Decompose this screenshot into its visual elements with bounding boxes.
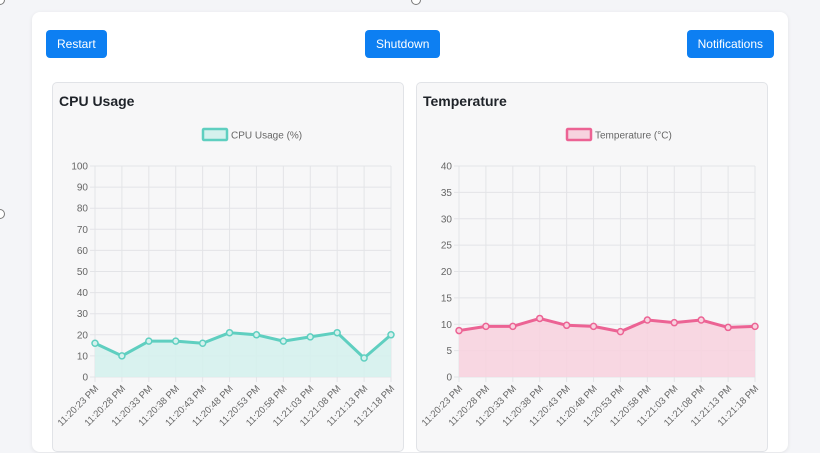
cpu-data-point — [145, 337, 153, 345]
temp-data-point — [643, 316, 652, 324]
cpu-ytick-label: 80 — [77, 204, 89, 215]
cpu-ytick-label: 70 — [77, 225, 89, 236]
cpu-data-point — [360, 354, 368, 362]
cpu-ytick-label: 50 — [77, 267, 89, 278]
temp-ytick-label: 0 — [446, 373, 452, 384]
cpu-usage-chart: 010203040506070809010011:20:23 PM11:20:2… — [56, 127, 397, 429]
cpu-ytick-label: 0 — [82, 373, 88, 384]
cpu-data-point — [252, 331, 261, 339]
cpu-ytick-label: 40 — [77, 288, 89, 299]
cpu-data-point — [306, 333, 315, 341]
temp-ytick-label: 15 — [441, 293, 453, 304]
temp-data-point — [482, 322, 490, 331]
temp-data-point — [670, 318, 679, 327]
cpu-data-point — [91, 339, 99, 347]
temp-data-point — [616, 327, 625, 336]
restart-button[interactable]: Restart — [46, 30, 107, 58]
cpu-usage-panel: CPU Usage 0 10 20 30 40 50 60 70 80 90 100 11:20:23… — [52, 82, 404, 452]
temperature-chart: 051015202530354011:20:23 PM11:20:28 PM11… — [420, 127, 761, 429]
cpu-panel-title: CPU Usage — [59, 93, 135, 109]
temp-data-point — [724, 323, 732, 332]
temp-ytick-label: 10 — [441, 320, 453, 331]
cpu-legend-label: CPU Usage (%) — [231, 131, 302, 142]
resize-handle-middle-left[interactable] — [0, 209, 5, 219]
temp-data-point — [751, 322, 759, 331]
temp-ytick-label: 5 — [446, 346, 452, 357]
temp-data-point — [562, 321, 571, 330]
resize-handle-top-center[interactable] — [411, 0, 421, 5]
cpu-ytick-label: 90 — [77, 183, 89, 194]
cpu-ytick-label: 60 — [77, 246, 89, 257]
cpu-data-point — [333, 328, 341, 337]
cpu-ytick-label: 20 — [77, 330, 89, 341]
temp-data-point — [697, 316, 705, 324]
temp-data-point — [589, 322, 598, 331]
temperature-panel-title: Temperature — [423, 93, 507, 109]
cpu-legend-swatch — [201, 127, 229, 142]
cpu-data-point — [171, 337, 180, 345]
temp-ytick-label: 40 — [441, 162, 453, 173]
temp-legend-swatch — [565, 127, 593, 142]
cpu-data-point — [118, 352, 126, 360]
temp-data-point — [535, 314, 544, 323]
cpu-data-point — [198, 339, 207, 347]
cpu-series-area — [95, 332, 391, 377]
temp-data-point — [509, 322, 517, 331]
temperature-panel: Temperature 0 5 10 15 20 25 30 35 40 11:20:23 PM 1… — [416, 82, 768, 452]
cpu-ytick-label: 10 — [77, 351, 89, 362]
cpu-data-point — [387, 331, 395, 339]
dashboard-card: Restart Shutdown Notifications CPU Usage… — [32, 12, 788, 452]
cpu-ytick-label: 30 — [77, 309, 89, 320]
temp-data-point — [455, 326, 463, 335]
cpu-data-point — [279, 337, 288, 345]
cpu-data-point — [225, 328, 234, 337]
resize-handle-top-left[interactable] — [0, 0, 5, 5]
temp-ytick-label: 35 — [441, 188, 453, 199]
temp-legend-label: Temperature (°C) — [595, 131, 672, 142]
temp-ytick-label: 25 — [441, 241, 453, 252]
shutdown-button[interactable]: Shutdown — [365, 30, 441, 58]
temp-ytick-label: 20 — [441, 267, 453, 278]
temp-ytick-label: 30 — [441, 214, 453, 225]
notifications-button[interactable]: Notifications — [686, 30, 774, 58]
cpu-ytick-label: 100 — [71, 162, 88, 173]
